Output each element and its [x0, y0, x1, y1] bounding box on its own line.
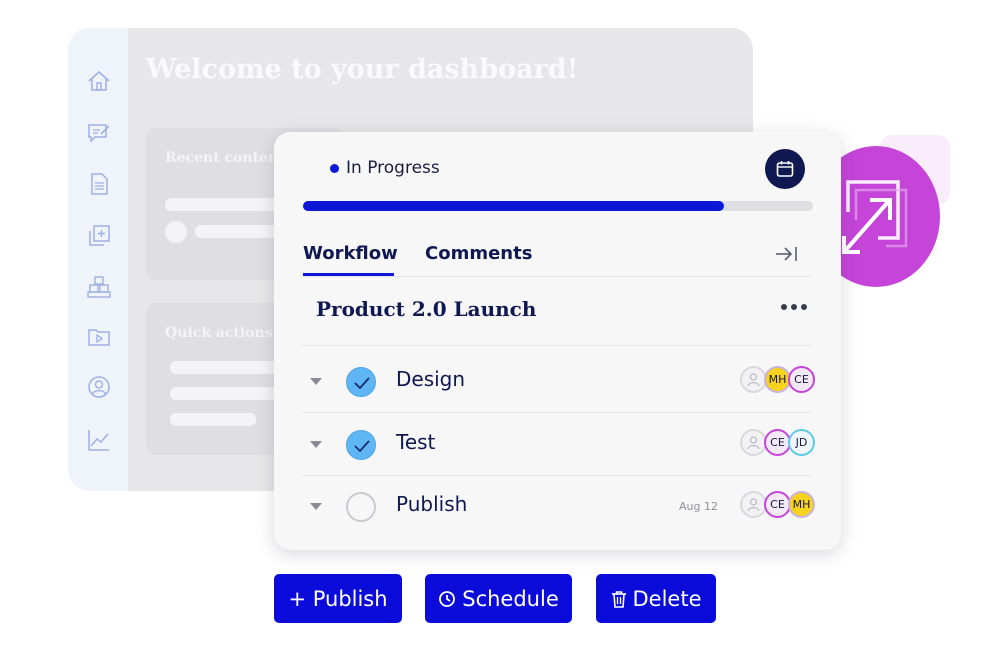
task-row-test[interactable]: Test CE JD	[303, 413, 815, 475]
tab-workflow[interactable]: Workflow	[303, 243, 398, 264]
quick-actions-title: Quick actions	[165, 325, 273, 341]
add-copy-icon[interactable]	[86, 223, 112, 249]
collapse-panel-icon[interactable]	[775, 245, 799, 267]
chart-icon[interactable]	[86, 427, 112, 453]
tab-comments[interactable]: Comments	[425, 243, 532, 264]
task-label: Design	[396, 367, 466, 391]
task-row-publish[interactable]: Publish Aug 12 CE MH	[303, 475, 815, 537]
user-circle-icon[interactable]	[86, 374, 112, 400]
calendar-icon	[776, 161, 794, 177]
home-icon[interactable]	[86, 68, 112, 94]
caret-down-icon[interactable]	[310, 441, 322, 448]
delete-button[interactable]: Delete	[596, 574, 716, 623]
avatar[interactable]: CE	[788, 366, 815, 393]
avatar[interactable]: CE	[764, 491, 791, 518]
avatar[interactable]: CE	[764, 429, 791, 456]
tabs-divider	[303, 276, 811, 277]
video-folder-icon[interactable]	[86, 324, 112, 350]
task-checkbox[interactable]	[346, 430, 376, 460]
task-due-date: Aug 12	[679, 500, 718, 513]
caret-down-icon[interactable]	[310, 378, 322, 385]
add-assignee-icon[interactable]	[740, 429, 767, 456]
avatar[interactable]: JD	[788, 429, 815, 456]
schedule-button[interactable]: Schedule	[425, 574, 572, 623]
task-label: Test	[396, 430, 436, 454]
status-label: In Progress	[346, 158, 440, 178]
trash-icon	[611, 590, 627, 608]
divider	[303, 345, 811, 346]
calendar-button[interactable]	[765, 149, 805, 189]
add-assignee-icon[interactable]	[740, 491, 767, 518]
edit-note-icon[interactable]	[86, 120, 112, 146]
delete-button-label: Delete	[632, 586, 702, 611]
task-row-design[interactable]: Design MH CE	[303, 350, 815, 412]
progress-bar	[303, 201, 813, 211]
status-dot	[330, 163, 339, 173]
status-badge: In Progress	[330, 158, 440, 178]
placeholder-avatar	[165, 221, 187, 243]
blocks-icon[interactable]	[86, 274, 112, 300]
task-checkbox[interactable]	[346, 492, 376, 522]
dashboard-title: Welcome to your dashboard!	[146, 54, 579, 85]
document-icon[interactable]	[86, 171, 112, 197]
progress-fill	[303, 201, 724, 211]
add-assignee-icon[interactable]	[740, 366, 767, 393]
publish-button-label: + Publish	[288, 586, 388, 611]
project-title: Product 2.0 Launch	[316, 297, 537, 321]
task-checkbox[interactable]	[346, 367, 376, 397]
dashboard-sidebar	[68, 28, 128, 491]
more-options-icon[interactable]	[781, 304, 807, 310]
recent-content-title: Recent content	[165, 150, 285, 166]
task-label: Publish	[396, 492, 468, 516]
placeholder-line	[170, 413, 256, 426]
tab-bar: Workflow Comments	[303, 237, 811, 277]
avatar[interactable]: MH	[788, 491, 815, 518]
workflow-card: In Progress Workflow Comments Product 2.…	[274, 132, 841, 550]
publish-button[interactable]: + Publish	[274, 574, 402, 623]
caret-down-icon[interactable]	[310, 503, 322, 510]
avatar[interactable]: MH	[764, 366, 791, 393]
schedule-button-label: Schedule	[462, 586, 559, 611]
clock-icon	[438, 590, 456, 608]
